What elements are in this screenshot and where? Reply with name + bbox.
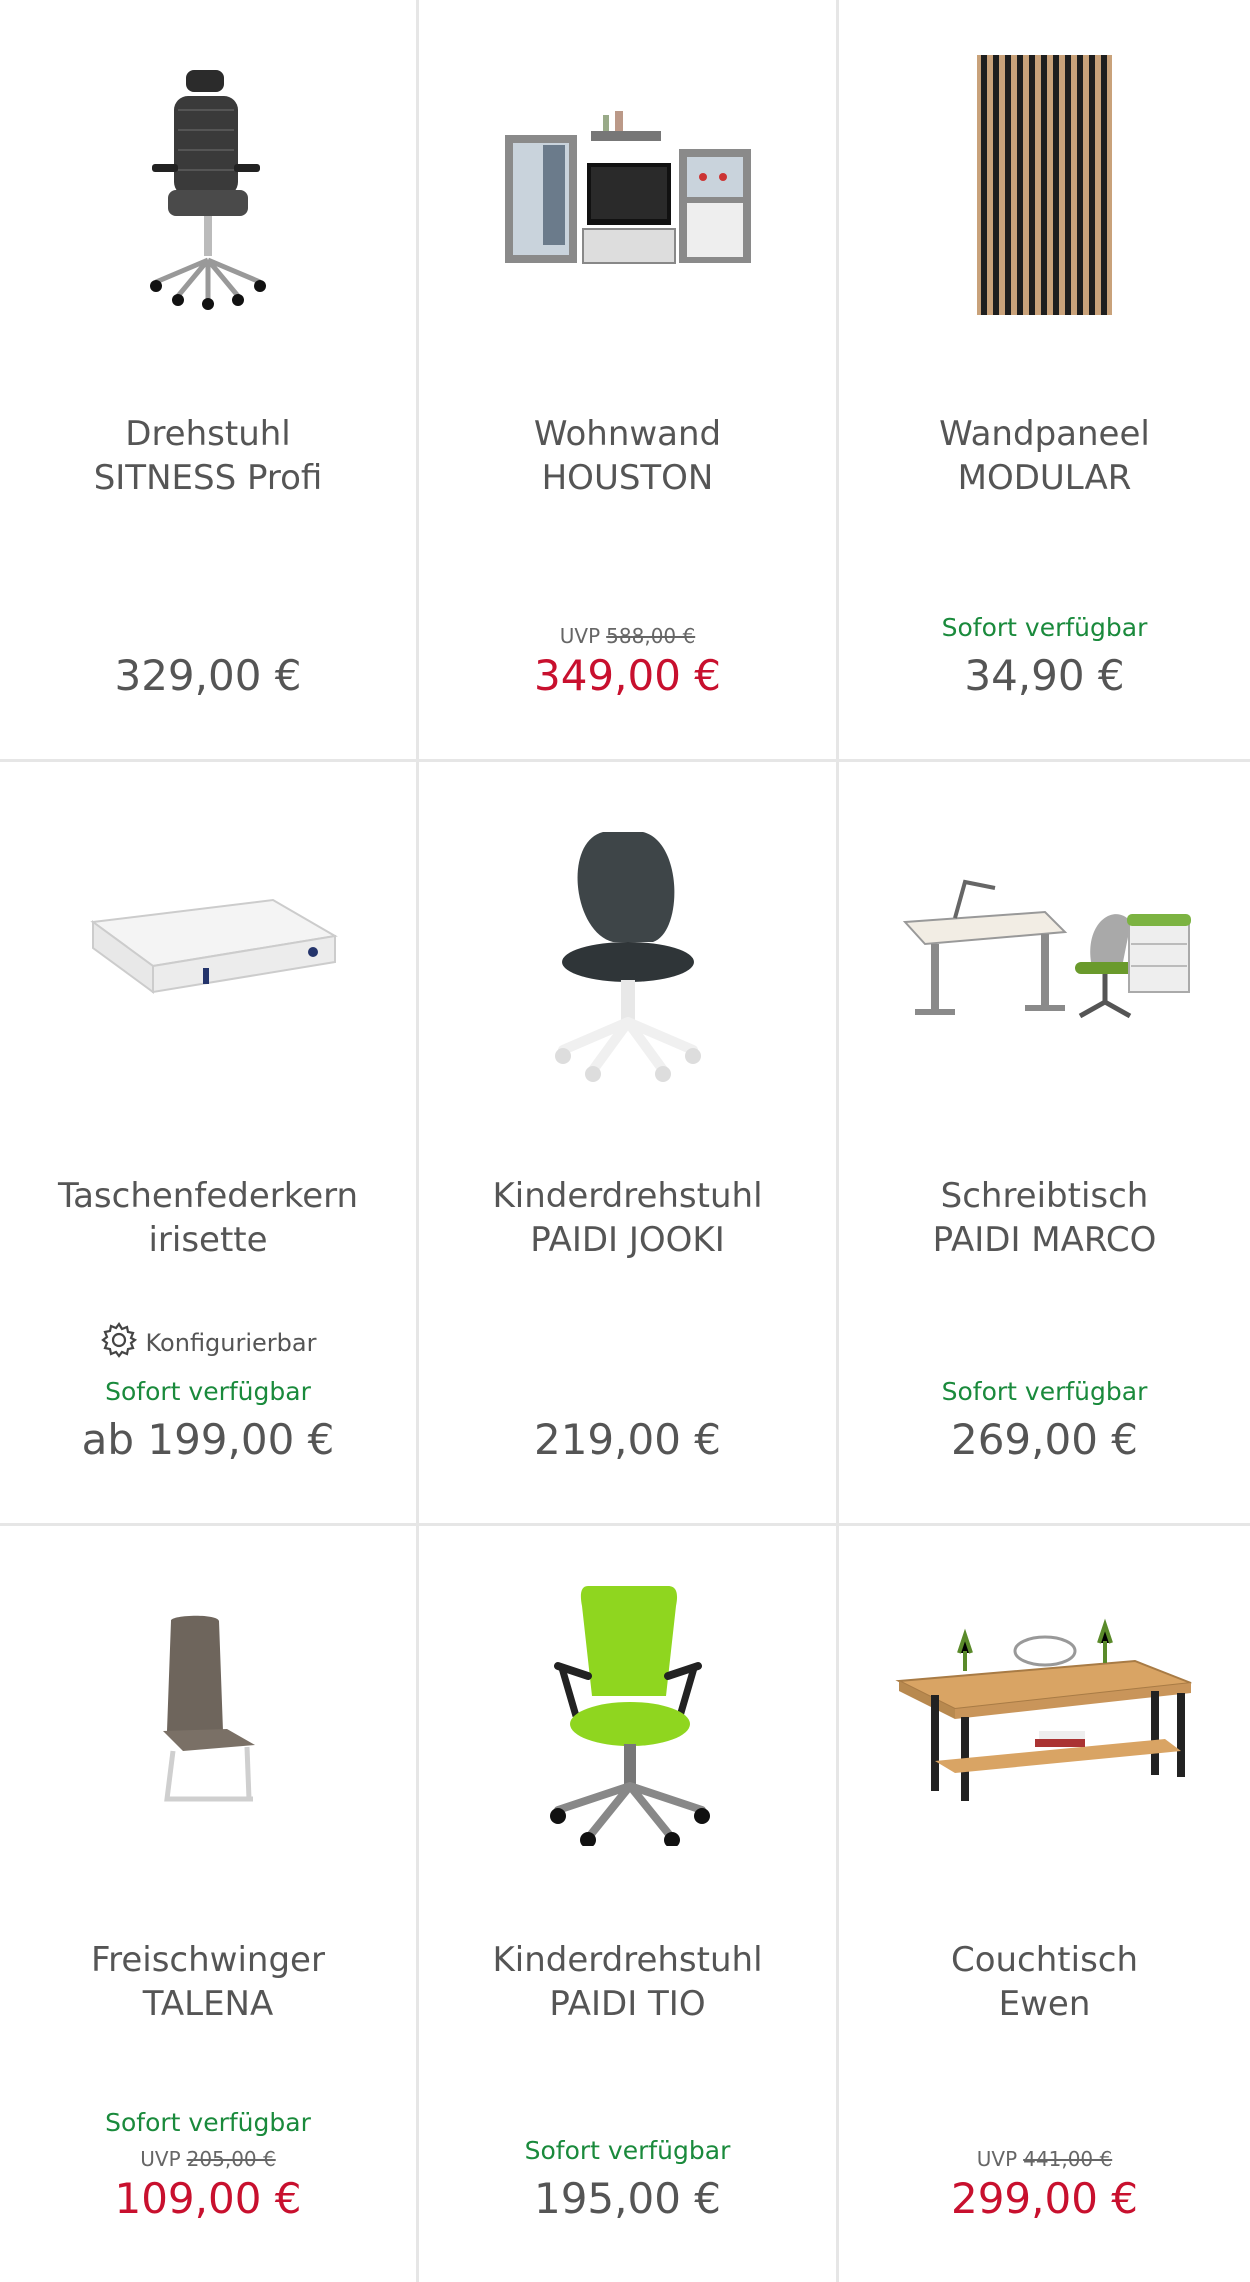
product-card-wandpaneel-modular[interactable]: Wandpaneel MODULAR Sofort verfügbar 34,9… <box>839 0 1250 762</box>
mattress-image[interactable] <box>0 762 416 1132</box>
uvp-price: UVP 205,00 € <box>140 2146 275 2172</box>
availability-status: Sofort verfügbar <box>941 1377 1148 1406</box>
product-name-line2: PAIDI JOOKI <box>530 1220 725 1260</box>
product-title[interactable]: Freischwinger TALENA <box>6 1938 410 2026</box>
product-name-line2: PAIDI TIO <box>549 1984 706 2024</box>
product-price: 195,00 € <box>533 2174 722 2223</box>
product-name-line1: Wohnwand <box>533 414 722 454</box>
cantilever-chair-image[interactable] <box>0 1526 416 1896</box>
product-title[interactable]: Taschenfederkern irisette <box>6 1174 410 1262</box>
gear-icon <box>100 1321 138 1365</box>
product-card-kinderdrehstuhl-jooki[interactable]: Kinderdrehstuhl PAIDI JOOKI 219,00 € <box>419 762 839 1526</box>
product-name-line2: SITNESS Profi <box>93 458 323 498</box>
product-price: 34,90 € <box>964 651 1125 700</box>
coffee-table-image[interactable] <box>839 1526 1250 1896</box>
product-name-line1: Wandpaneel <box>939 414 1150 454</box>
wall-unit-image[interactable] <box>419 0 836 370</box>
product-title[interactable]: Schreibtisch PAIDI MARCO <box>845 1174 1244 1262</box>
product-price: 299,00 € <box>950 2174 1139 2223</box>
price-block: 219,00 € <box>419 1415 836 1465</box>
price-block: UVP 588,00 € 349,00 € <box>419 623 836 701</box>
product-name-line1: Freischwinger <box>91 1940 325 1980</box>
product-name-line2: irisette <box>148 1220 268 1260</box>
uvp-label: UVP <box>976 2147 1018 2171</box>
product-name-line2: PAIDI MARCO <box>932 1220 1157 1260</box>
product-card-couchtisch-ewen[interactable]: Couchtisch Ewen UVP 441,00 € 299,00 € <box>839 1526 1250 2282</box>
product-name-line2: MODULAR <box>957 458 1132 498</box>
product-title[interactable]: Wohnwand HOUSTON <box>425 412 830 500</box>
product-name-line2: HOUSTON <box>541 458 714 498</box>
product-price: 349,00 € <box>533 651 722 700</box>
product-name-line1: Kinderdrehstuhl <box>492 1940 763 1980</box>
old-price: 205,00 € <box>186 2147 276 2171</box>
availability-status: Sofort verfügbar <box>105 1377 311 1406</box>
price-block: Sofort verfügbar 34,90 € <box>839 611 1250 701</box>
product-card-drehstuhl-sitness[interactable]: Drehstuhl SITNESS Profi 329,00 € <box>0 0 419 762</box>
product-card-wohnwand-houston[interactable]: Wohnwand HOUSTON UVP 588,00 € 349,00 € <box>419 0 839 762</box>
product-card-freischwinger-talena[interactable]: Freischwinger TALENA Sofort verfügbar UV… <box>0 1526 419 2282</box>
product-name-line1: Couchtisch <box>950 1940 1139 1980</box>
availability-status: Sofort verfügbar <box>941 613 1148 642</box>
product-name-line1: Kinderdrehstuhl <box>492 1176 763 1216</box>
product-title[interactable]: Couchtisch Ewen <box>845 1938 1244 2026</box>
price-block: 329,00 € <box>0 651 416 701</box>
old-price: 588,00 € <box>606 624 696 648</box>
product-price: ab 199,00 € <box>81 1415 335 1464</box>
product-name-line2: TALENA <box>142 1984 274 2024</box>
product-price: 109,00 € <box>114 2174 302 2223</box>
product-grid: Drehstuhl SITNESS Profi 329,00 € Wohnwan… <box>0 0 1250 2282</box>
product-name-line1: Taschenfederkern <box>57 1176 359 1216</box>
uvp-price: UVP 441,00 € <box>977 2146 1112 2172</box>
product-price: 269,00 € <box>950 1415 1139 1464</box>
configurable-label: Konfigurierbar <box>145 1329 317 1357</box>
product-name-line2: Ewen <box>998 1984 1091 2024</box>
availability-status: Sofort verfügbar <box>105 2108 311 2137</box>
product-price: 329,00 € <box>114 651 302 700</box>
configurable-badge: Konfigurierbar <box>100 1321 317 1365</box>
price-block: Sofort verfügbar 269,00 € <box>839 1375 1250 1465</box>
product-card-schreibtisch-marco[interactable]: Schreibtisch PAIDI MARCO Sofort verfügba… <box>839 762 1250 1526</box>
product-title[interactable]: Kinderdrehstuhl PAIDI JOOKI <box>425 1174 830 1262</box>
kids-chair-image[interactable] <box>419 762 836 1132</box>
uvp-label: UVP <box>559 624 601 648</box>
product-title[interactable]: Drehstuhl SITNESS Profi <box>6 412 410 500</box>
price-block: Sofort verfügbar 195,00 € <box>419 2134 836 2224</box>
price-block: Sofort verfügbar UVP 205,00 € 109,00 € <box>0 2106 416 2224</box>
uvp-price: UVP 588,00 € <box>560 623 695 649</box>
product-card-taschenfederkern-irisette[interactable]: Taschenfederkern irisette Konfigurierbar… <box>0 762 419 1526</box>
price-block: UVP 441,00 € 299,00 € <box>839 2146 1250 2224</box>
product-name-line1: Drehstuhl <box>125 414 291 454</box>
product-title[interactable]: Kinderdrehstuhl PAIDI TIO <box>425 1938 830 2026</box>
old-price: 441,00 € <box>1023 2147 1113 2171</box>
product-card-kinderdrehstuhl-tio[interactable]: Kinderdrehstuhl PAIDI TIO Sofort verfügb… <box>419 1526 839 2282</box>
price-block: Konfigurierbar Sofort verfügbar ab 199,0… <box>0 1321 416 1465</box>
uvp-label: UVP <box>140 2147 181 2171</box>
product-title[interactable]: Wandpaneel MODULAR <box>845 412 1244 500</box>
product-price: 219,00 € <box>533 1415 722 1464</box>
product-name-line1: Schreibtisch <box>940 1176 1149 1216</box>
desk-set-image[interactable] <box>839 762 1250 1132</box>
wall-panel-image[interactable] <box>839 0 1250 370</box>
green-swivel-chair-image[interactable] <box>419 1526 836 1896</box>
office-chair-image[interactable] <box>0 0 416 370</box>
availability-status: Sofort verfügbar <box>524 2136 731 2165</box>
